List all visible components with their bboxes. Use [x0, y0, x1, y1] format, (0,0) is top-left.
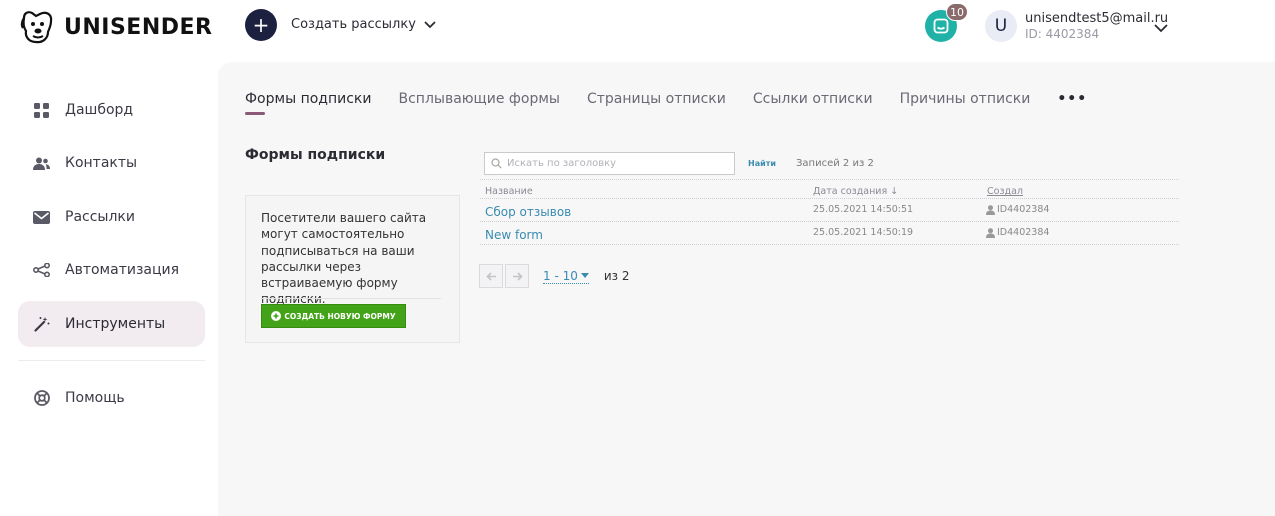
user-id: ID: 4402384 [1025, 27, 1100, 41]
plus-circle-icon [271, 311, 282, 321]
user-icon [986, 227, 995, 238]
search-button[interactable]: Найти [748, 159, 776, 168]
top-header: UNISENDER + Создать рассылку 10 U unisen… [0, 0, 1205, 62]
inbox-icon [933, 18, 949, 34]
user-icon [986, 204, 995, 215]
sidebar: Дашборд Контакты Рассылки Автоматизация … [0, 62, 218, 516]
dashboard-icon [33, 102, 50, 119]
app-root: UNISENDER + Создать рассылку 10 U unisen… [0, 0, 1275, 516]
table-row: Сбор отзывов 25.05.2021 14:50:51 ID44023… [480, 199, 1179, 222]
avatar[interactable]: U [985, 10, 1017, 42]
create-campaign-button[interactable]: + [245, 9, 277, 41]
prev-page-button[interactable] [479, 264, 503, 288]
tab-unsubscribe-links[interactable]: Ссылки отписки [753, 91, 873, 107]
sidebar-item-dashboard[interactable]: Дашборд [18, 87, 205, 133]
sidebar-item-help[interactable]: Помощь [18, 375, 205, 421]
logo[interactable]: UNISENDER [18, 8, 212, 46]
create-form-label: Создать новую форму [284, 311, 396, 321]
table-header: Название Дата создания ↓ Создал [480, 179, 1179, 199]
creator-id: ID4402384 [997, 204, 1050, 215]
info-text: Посетители вашего сайта могут самостояте… [261, 211, 427, 307]
create-campaign-label: Создать рассылку [291, 17, 416, 32]
magic-wand-icon [33, 316, 50, 333]
sidebar-item-label: Контакты [65, 155, 138, 171]
creator-id: ID4402384 [997, 227, 1050, 238]
sidebar-item-label: Помощь [65, 390, 125, 406]
plus-icon: + [252, 13, 270, 37]
user-menu-chevron[interactable] [1154, 18, 1168, 37]
unisender-dog-icon [20, 11, 53, 44]
form-creator: ID4402384 [986, 227, 1049, 238]
sidebar-divider [18, 360, 205, 361]
form-name-link[interactable]: New form [485, 228, 543, 242]
sidebar-item-label: Инструменты [65, 316, 166, 332]
form-date: 25.05.2021 14:50:19 [813, 227, 914, 238]
arrow-left-icon [485, 271, 496, 281]
sidebar-item-label: Дашборд [65, 102, 134, 118]
pagination: 1 - 10 из 2 [479, 264, 630, 288]
caret-down-icon [580, 273, 589, 278]
search-icon [491, 158, 502, 169]
info-box: Посетители вашего сайта могут самостояте… [245, 195, 460, 343]
table-row: New form 25.05.2021 14:50:19 ID4402384 [480, 222, 1179, 245]
automation-icon [33, 262, 50, 279]
page-size-dropdown[interactable]: 1 - 10 [543, 269, 589, 284]
column-header-creator[interactable]: Создал [987, 186, 1023, 197]
notifications-badge: 10 [946, 3, 968, 21]
tabs-more-button[interactable]: ••• [1057, 91, 1087, 107]
tab-subscription-forms[interactable]: Формы подписки [245, 91, 371, 115]
mail-icon [33, 209, 50, 226]
search-input[interactable] [507, 158, 727, 169]
logo-text: UNISENDER [64, 14, 213, 40]
form-creator: ID4402384 [986, 204, 1049, 215]
chevron-down-icon [424, 20, 436, 28]
help-icon [33, 390, 50, 407]
main-content: Формы подписки Всплывающие формы Страниц… [218, 62, 1275, 516]
page-total: из 2 [603, 269, 630, 283]
page-range-label: 1 - 10 [543, 268, 578, 283]
sidebar-item-campaigns[interactable]: Рассылки [18, 194, 205, 240]
column-header-name[interactable]: Название [485, 186, 533, 197]
form-date: 25.05.2021 14:50:51 [813, 204, 914, 215]
sidebar-item-automation[interactable]: Автоматизация [18, 247, 205, 293]
section-title: Формы подписки [245, 147, 386, 163]
sidebar-item-label: Автоматизация [65, 262, 180, 278]
tab-unsubscribe-pages[interactable]: Страницы отписки [587, 91, 726, 107]
tabs-bar: Формы подписки Всплывающие формы Страниц… [245, 91, 1087, 115]
sidebar-item-tools[interactable]: Инструменты [18, 301, 205, 347]
search-box [484, 152, 735, 175]
forms-table: Название Дата создания ↓ Создал Сбор отз… [480, 179, 1179, 245]
form-name-link[interactable]: Сбор отзывов [485, 205, 571, 219]
tab-unsubscribe-reasons[interactable]: Причины отписки [900, 91, 1031, 107]
sidebar-item-label: Рассылки [65, 209, 135, 225]
contacts-icon [33, 155, 50, 172]
arrow-right-icon [512, 271, 523, 281]
sidebar-item-contacts[interactable]: Контакты [18, 140, 205, 186]
records-count: Записей 2 из 2 [796, 158, 874, 169]
create-form-button[interactable]: Создать новую форму [261, 304, 406, 328]
info-divider [261, 298, 441, 299]
column-header-date[interactable]: Дата создания ↓ [813, 186, 898, 197]
next-page-button[interactable] [505, 264, 529, 288]
create-campaign-dropdown[interactable]: Создать рассылку [291, 17, 436, 32]
chevron-down-icon [1154, 24, 1168, 33]
tab-popup-forms[interactable]: Всплывающие формы [398, 91, 559, 107]
user-email: unisendtest5@mail.ru [1025, 11, 1169, 26]
